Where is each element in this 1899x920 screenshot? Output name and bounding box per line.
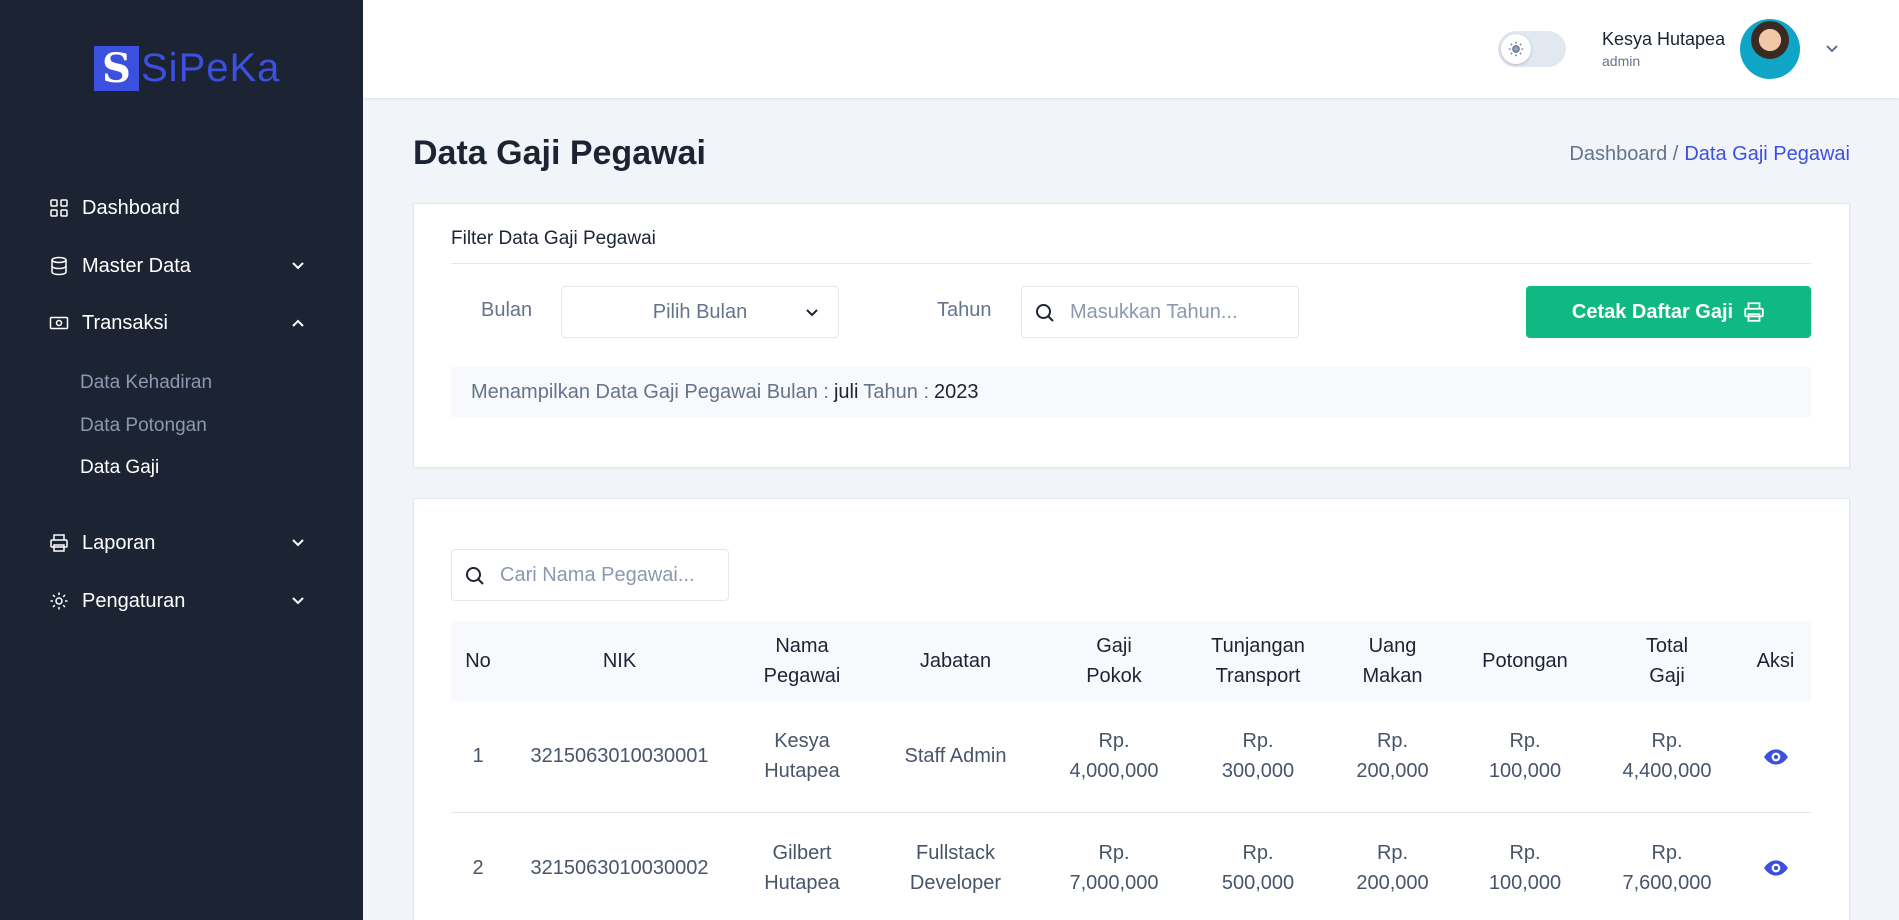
cell-jabatan: Staff Admin — [904, 745, 1007, 768]
table-header-row: No NIK Nama Pegawai Jabatan Gaji Pokok Tun… — [451, 621, 1811, 701]
sidebar-subitem-data-gaji[interactable]: Data Gaji — [80, 457, 159, 479]
cell-aksi — [1740, 701, 1811, 812]
cell-potongan: Rp. 100,000 — [1488, 730, 1562, 783]
sidebar-item-label: Laporan — [82, 531, 156, 554]
page-title: Data Gaji Pegawai — [413, 134, 706, 172]
logo-mark: S — [94, 45, 139, 92]
breadcrumb: Dashboard / Data Gaji Pegawai — [1569, 143, 1850, 166]
cell-potongan: Rp. 100,000 — [1488, 841, 1562, 894]
salary-table: No NIK Nama Pegawai Jabatan Gaji Pokok Tun… — [451, 621, 1811, 920]
cell-nik: 3215063010030002 — [530, 856, 709, 879]
cell-no: 2 — [472, 856, 484, 879]
column-header: Total Gaji — [1645, 635, 1689, 687]
theme-toggle[interactable] — [1498, 31, 1566, 67]
column-header: Nama Pegawai — [763, 635, 841, 687]
printer-icon — [48, 532, 70, 554]
cell-uang-makan: Rp. 200,000 — [1356, 730, 1429, 783]
filter-card: Filter Data Gaji Pegawai Bulan Pilih Bul… — [413, 203, 1850, 468]
eye-icon[interactable] — [1763, 855, 1789, 881]
cell-tunjangan: Rp. 300,000 — [1221, 730, 1295, 783]
cell-no: 1 — [472, 745, 484, 768]
chevron-down-icon — [292, 597, 304, 605]
column-header: Potongan — [1482, 650, 1568, 672]
year-input[interactable] — [1070, 287, 1290, 337]
grid-icon — [48, 197, 70, 219]
filter-title: Filter Data Gaji Pegawai — [451, 228, 656, 249]
sidebar-item-dashboard[interactable]: Dashboard — [48, 188, 308, 228]
month-label: Bulan — [481, 299, 533, 321]
cell-nik: 3215063010030001 — [530, 745, 709, 768]
cell-nama: Gilbert Hutapea — [764, 841, 840, 894]
year-label: Tahun — [937, 299, 992, 321]
sidebar-item-transaksi[interactable]: Transaksi — [48, 303, 308, 343]
chevron-down-icon — [292, 539, 304, 547]
cell-jabatan: Fullstack Developer — [909, 841, 1002, 894]
cell-nama: Kesya Hutapea — [764, 730, 840, 783]
column-header: NIK — [602, 650, 637, 672]
info-mid: Tahun : — [863, 380, 930, 403]
avatar[interactable] — [1740, 19, 1800, 79]
table-row: 2 3215063010030002 Gilbert Hutapea Fullst… — [451, 812, 1811, 920]
column-header: No — [465, 650, 491, 672]
chevron-down-icon[interactable] — [1822, 39, 1842, 59]
info-prefix: Menampilkan Data Gaji Pegawai Bulan : — [471, 380, 829, 403]
info-month: juli — [833, 380, 859, 403]
cell-gaji-pokok: Rp. 7,000,000 — [1069, 841, 1159, 894]
sidebar-item-master-data[interactable]: Master Data — [48, 246, 308, 286]
sidebar-item-label: Dashboard — [82, 196, 180, 219]
breadcrumb-dashboard[interactable]: Dashboard / — [1569, 143, 1678, 166]
sidebar-subitem-data-kehadiran[interactable]: Data Kehadiran — [80, 372, 212, 394]
print-button-label: Cetak Daftar Gaji — [1571, 300, 1734, 323]
cell-tunjangan: Rp. 500,000 — [1221, 841, 1295, 894]
sidebar-item-label: Transaksi — [82, 311, 168, 334]
sun-icon — [1501, 34, 1531, 64]
app-logo[interactable]: S SiPeKa — [94, 45, 281, 92]
sidebar-item-laporan[interactable]: Laporan — [48, 523, 308, 563]
print-salary-button[interactable]: Cetak Daftar Gaji — [1526, 286, 1811, 338]
chevron-up-icon — [292, 319, 304, 327]
sidebar: S SiPeKa Dashboard Master Data Transaksi… — [0, 0, 363, 920]
cell-aksi — [1740, 812, 1811, 920]
column-header: Gaji Pokok — [1086, 635, 1142, 687]
user-role: admin — [1602, 53, 1641, 69]
money-icon — [48, 312, 70, 334]
breadcrumb-current: Data Gaji Pegawai — [1684, 143, 1850, 165]
employee-search-wrapper — [451, 549, 729, 601]
search-icon — [466, 567, 484, 585]
gear-icon — [48, 590, 70, 612]
column-header: Uang Makan — [1362, 635, 1423, 687]
year-input-wrapper — [1021, 286, 1299, 338]
column-header: Tunjangan Transport — [1211, 635, 1305, 687]
search-icon — [1036, 304, 1054, 322]
logo-text: SiPeKa — [141, 46, 281, 90]
month-select-value: Pilih Bulan — [652, 300, 748, 323]
column-header: Jabatan — [919, 650, 992, 672]
month-select[interactable]: Pilih Bulan — [561, 286, 839, 338]
sidebar-item-pengaturan[interactable]: Pengaturan — [48, 581, 308, 621]
sidebar-subitem-data-potongan[interactable]: Data Potongan — [80, 415, 207, 437]
sidebar-item-label: Master Data — [82, 254, 191, 277]
column-header: Aksi — [1756, 650, 1795, 672]
chevron-down-icon — [806, 309, 818, 317]
database-icon — [48, 255, 70, 277]
sidebar-item-label: Pengaturan — [82, 589, 186, 612]
employee-search-input[interactable] — [500, 550, 720, 600]
divider — [451, 263, 1811, 264]
info-year: 2023 — [934, 380, 979, 403]
printer-icon — [1744, 302, 1764, 322]
user-name[interactable]: Kesya Hutapea — [1602, 29, 1725, 50]
cell-total: Rp. 7,600,000 — [1622, 841, 1712, 894]
chevron-down-icon — [292, 262, 304, 270]
cell-uang-makan: Rp. 200,000 — [1356, 841, 1429, 894]
cell-gaji-pokok: Rp. 4,000,000 — [1069, 730, 1159, 783]
table-row: 1 3215063010030001 Kesya Hutapea Staff Ad… — [451, 701, 1811, 812]
filter-info-bar: Menampilkan Data Gaji Pegawai Bulan : ju… — [451, 367, 1811, 417]
salary-table-card: No NIK NamaPegawai Jabatan GajiPokok Tun… — [413, 498, 1850, 920]
eye-icon[interactable] — [1763, 744, 1789, 770]
cell-total: Rp. 4,400,000 — [1622, 730, 1712, 783]
